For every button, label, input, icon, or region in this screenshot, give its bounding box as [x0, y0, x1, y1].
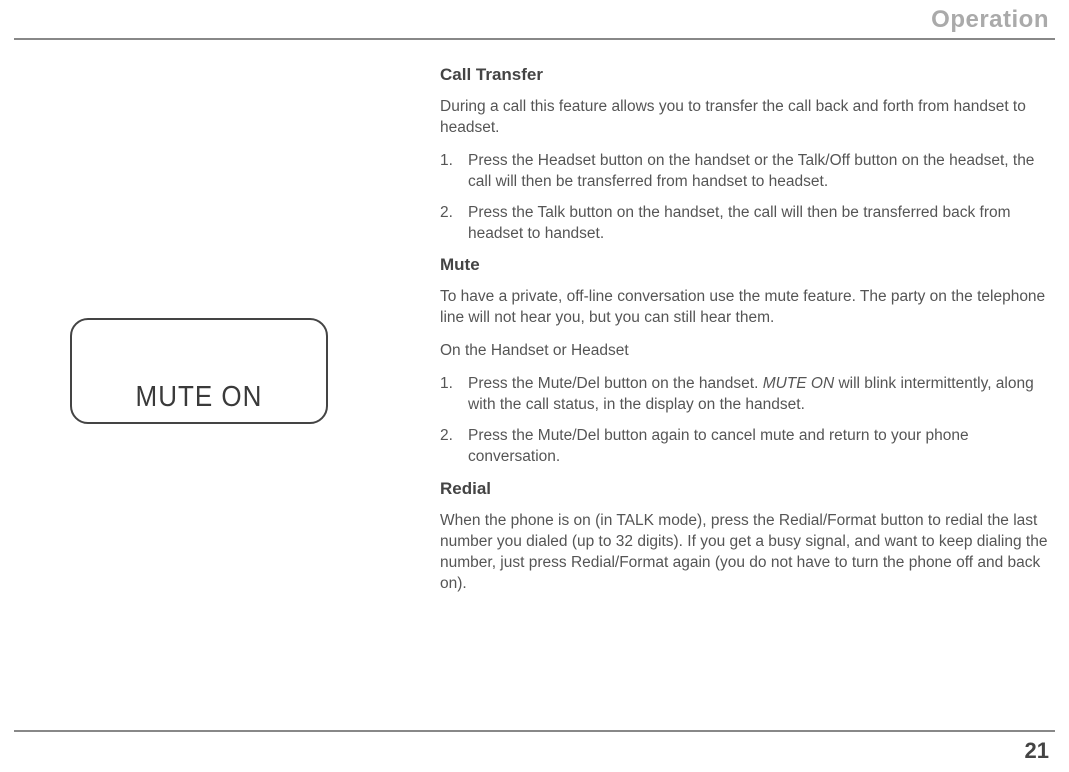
- page-number: 21: [1025, 738, 1049, 764]
- list-item: 2. Press the Mute/Del button again to ca…: [440, 426, 1051, 468]
- list-text: Press the Talk button on the handset, th…: [468, 203, 1051, 245]
- italic-text: MUTE ON: [763, 375, 834, 392]
- footer-rule: [14, 730, 1055, 732]
- list-text: Press the Mute/Del button again to cance…: [468, 426, 1051, 468]
- header-rule: [14, 38, 1055, 40]
- list-text: Press the Mute/Del button on the handset…: [468, 374, 1051, 416]
- call-transfer-intro: During a call this feature allows you to…: [440, 97, 1051, 139]
- list-item: 1. Press the Mute/Del button on the hand…: [440, 374, 1051, 416]
- text-span: Press the Mute/Del button on the handset…: [468, 375, 763, 392]
- mute-heading: Mute: [440, 254, 1051, 277]
- redial-heading: Redial: [440, 478, 1051, 501]
- lcd-display-illustration: MUTE ON: [70, 318, 328, 424]
- call-transfer-steps: 1. Press the Headset button on the hands…: [440, 151, 1051, 245]
- list-number: 2.: [440, 426, 468, 468]
- list-text: Press the Headset button on the handset …: [468, 151, 1051, 193]
- redial-body: When the phone is on (in TALK mode), pre…: [440, 511, 1051, 595]
- section-header: Operation: [931, 6, 1049, 34]
- body-content: Call Transfer During a call this feature…: [440, 56, 1051, 606]
- list-number: 2.: [440, 203, 468, 245]
- document-page: Operation MUTE ON Call Transfer During a…: [0, 0, 1069, 772]
- mute-subhead: On the Handset or Headset: [440, 341, 1051, 362]
- lcd-display-text: MUTE ON: [136, 379, 263, 413]
- list-item: 1. Press the Headset button on the hands…: [440, 151, 1051, 193]
- mute-steps: 1. Press the Mute/Del button on the hand…: [440, 374, 1051, 468]
- mute-intro: To have a private, off-line conversation…: [440, 287, 1051, 329]
- list-number: 1.: [440, 374, 468, 416]
- list-number: 1.: [440, 151, 468, 193]
- list-item: 2. Press the Talk button on the handset,…: [440, 203, 1051, 245]
- call-transfer-heading: Call Transfer: [440, 64, 1051, 87]
